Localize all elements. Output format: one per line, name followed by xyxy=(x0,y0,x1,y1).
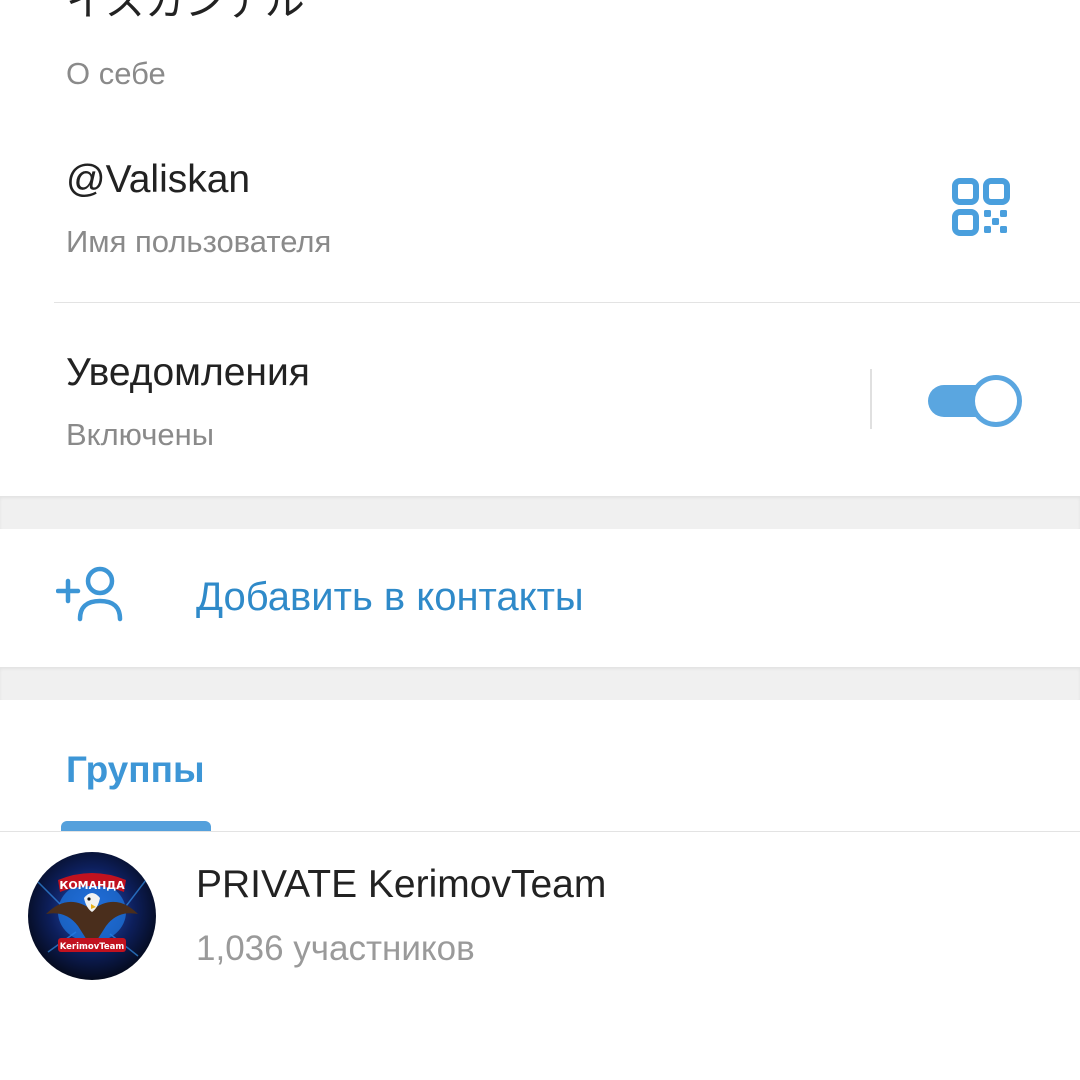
add-person-icon xyxy=(55,565,126,627)
username-value[interactable]: @Valiskan xyxy=(66,158,250,202)
vertical-separator xyxy=(870,369,872,429)
group-name: PRIVATE KerimovTeam xyxy=(196,863,607,906)
group-members-count: 1,036 участников xyxy=(196,929,475,968)
svg-text:KerimovTeam: KerimovTeam xyxy=(60,942,125,952)
section-gap xyxy=(0,496,1080,529)
profile-screen: イスカンデル О себе @Valiskan Имя пользователя xyxy=(0,0,1080,1080)
add-contact-label: Добавить в контакты xyxy=(196,575,584,619)
tab-bar-divider xyxy=(0,831,1080,832)
add-contact-button[interactable]: Добавить в контакты xyxy=(0,529,1080,667)
username-label: Имя пользователя xyxy=(66,224,332,259)
notifications-title: Уведомления xyxy=(66,351,310,394)
tab-active-indicator xyxy=(61,821,211,831)
group-list-item[interactable]: КОМАНДА KerimovTeam PRIVATE KerimovTeam … xyxy=(0,840,1080,1000)
toggle-knob xyxy=(970,375,1022,427)
bio-label: О себе xyxy=(66,56,166,91)
notifications-row[interactable]: Уведомления Включены xyxy=(0,303,1080,496)
notifications-status: Включены xyxy=(66,417,215,452)
info-section: イスカンデル О себе @Valiskan Имя пользователя xyxy=(0,0,1080,496)
groups-section: Группы КОМАНДА KerimovTeam PRIVATE Kerim… xyxy=(0,700,1080,1080)
bio-value: イスカンデル xyxy=(66,0,305,24)
notifications-toggle[interactable] xyxy=(928,373,1022,429)
svg-text:КОМАНДА: КОМАНДА xyxy=(59,879,125,892)
username-row[interactable]: @Valiskan Имя пользователя xyxy=(0,140,1080,302)
tab-groups[interactable]: Группы xyxy=(66,748,205,792)
section-gap xyxy=(0,667,1080,700)
qr-code-icon[interactable] xyxy=(950,176,1012,238)
group-avatar: КОМАНДА KerimovTeam xyxy=(28,852,156,980)
